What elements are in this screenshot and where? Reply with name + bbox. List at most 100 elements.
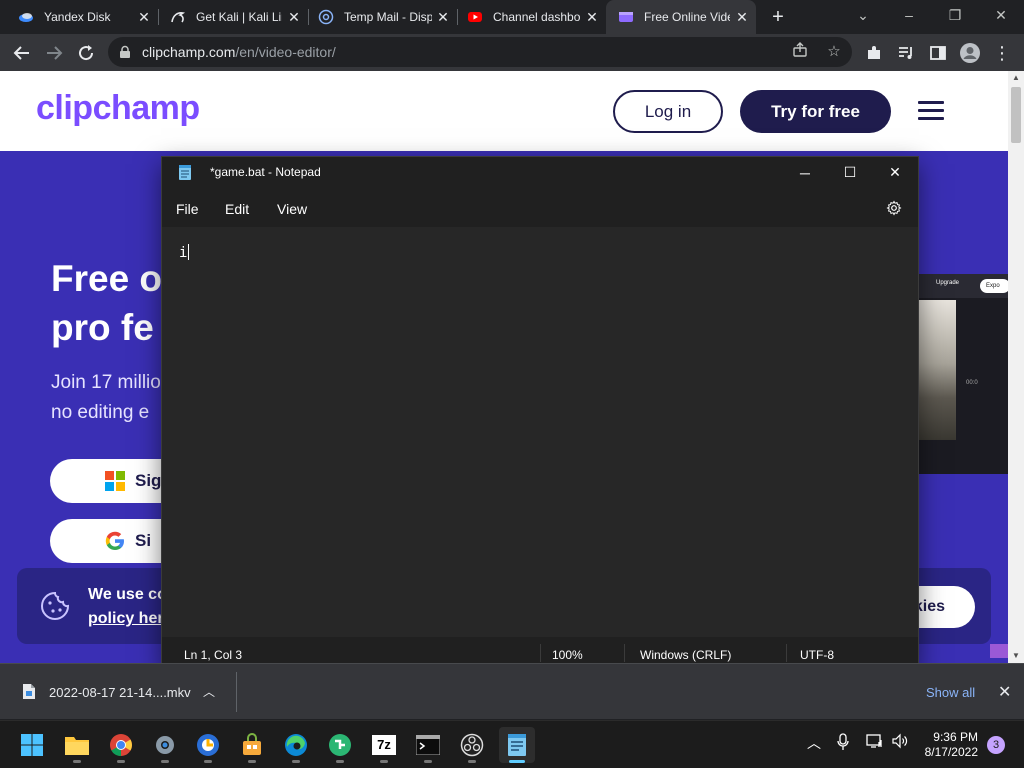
hero-subtext: Join 17 millio no editing e bbox=[51, 372, 161, 423]
brave-browser-icon[interactable] bbox=[190, 727, 226, 763]
notepad-content: i bbox=[179, 244, 190, 261]
notepad-minimize-button[interactable]: ─ bbox=[782, 157, 828, 188]
tab-close-icon[interactable]: ✕ bbox=[286, 9, 302, 25]
settings-gear-icon[interactable] bbox=[886, 200, 902, 216]
running-indicator bbox=[336, 760, 344, 763]
terminal-icon[interactable] bbox=[410, 727, 446, 763]
kali-dragon-icon bbox=[170, 9, 186, 25]
clipchamp-icon bbox=[618, 9, 634, 25]
show-hidden-icons-chevron-icon[interactable]: ︿ bbox=[807, 733, 821, 753]
tab-yandex-disk[interactable]: Yandex Disk ✕ bbox=[0, 0, 158, 34]
menu-file[interactable]: File bbox=[176, 201, 199, 217]
scroll-up-arrow-icon[interactable]: ▲ bbox=[1008, 71, 1024, 85]
tab-title: Temp Mail - Disp bbox=[344, 10, 432, 24]
active-indicator bbox=[509, 760, 525, 763]
notepad-window: *game.bat - Notepad ─ ☐ ✕ File Edit View… bbox=[161, 156, 919, 669]
edge-icon[interactable] bbox=[278, 727, 314, 763]
notepad-icon bbox=[178, 165, 192, 180]
site-header: clipchamp Log in Try for free bbox=[0, 71, 1008, 151]
close-downloads-icon[interactable]: ✕ bbox=[998, 682, 1011, 702]
running-indicator bbox=[161, 760, 169, 763]
hamburger-menu-icon[interactable] bbox=[918, 101, 944, 121]
browser-toolbar: clipchamp.com/en/video-editor/ ☆ ⋮ bbox=[0, 34, 1024, 71]
tab-close-icon[interactable]: ✕ bbox=[435, 9, 451, 25]
back-button[interactable] bbox=[10, 41, 34, 65]
running-indicator bbox=[468, 760, 476, 763]
extensions-puzzle-icon[interactable] bbox=[862, 41, 886, 65]
forward-button[interactable] bbox=[42, 41, 66, 65]
close-window-button[interactable]: ✕ bbox=[978, 0, 1024, 30]
tab-kali[interactable]: Get Kali | Kali Lin ✕ bbox=[158, 0, 308, 34]
tab-channel-dashboard[interactable]: Channel dashbo ✕ bbox=[457, 0, 606, 34]
microphone-icon[interactable] bbox=[836, 733, 850, 754]
chrome-icon[interactable] bbox=[103, 727, 139, 763]
scrollbar-thumb[interactable] bbox=[1011, 87, 1021, 143]
bookmark-star-icon[interactable]: ☆ bbox=[824, 42, 844, 62]
running-indicator bbox=[204, 760, 212, 763]
address-bar[interactable]: clipchamp.com/en/video-editor/ ☆ bbox=[108, 37, 852, 67]
status-divider bbox=[786, 644, 787, 662]
volume-icon[interactable] bbox=[891, 733, 909, 752]
obs-icon[interactable] bbox=[454, 727, 490, 763]
share-icon[interactable] bbox=[790, 42, 810, 62]
lock-icon[interactable] bbox=[118, 45, 132, 59]
login-button[interactable]: Log in bbox=[613, 90, 723, 133]
tab-clipchamp[interactable]: Free Online Vide ✕ bbox=[606, 0, 756, 34]
store-icon[interactable] bbox=[234, 727, 270, 763]
cookie-policy-link[interactable]: policy her bbox=[88, 607, 167, 631]
new-tab-button[interactable]: + bbox=[768, 7, 788, 27]
status-divider bbox=[540, 644, 541, 662]
preview-export-label: Expo bbox=[980, 279, 1008, 293]
file-explorer-icon[interactable] bbox=[59, 727, 95, 763]
tab-temp-mail[interactable]: Temp Mail - Disp ✕ bbox=[308, 0, 457, 34]
menu-view[interactable]: View bbox=[277, 201, 307, 217]
taskbar-clock[interactable]: 9:36 PM 8/17/2022 bbox=[912, 730, 978, 760]
microsoft-logo-icon bbox=[105, 471, 125, 491]
settings-icon[interactable] bbox=[147, 727, 183, 763]
ninjastar-icon[interactable] bbox=[322, 727, 358, 763]
notepad-text-area[interactable]: i bbox=[162, 227, 918, 637]
preview-timestamp: 00:0 bbox=[966, 380, 978, 386]
running-indicator bbox=[380, 760, 388, 763]
running-indicator bbox=[73, 760, 81, 763]
clock-time: 9:36 PM bbox=[933, 730, 978, 744]
notepad-close-button[interactable]: ✕ bbox=[872, 157, 918, 188]
tab-close-icon[interactable]: ✕ bbox=[734, 9, 750, 25]
running-indicator bbox=[292, 760, 300, 763]
tab-close-icon[interactable]: ✕ bbox=[136, 9, 152, 25]
preview-upgrade-label: Upgrade bbox=[936, 280, 960, 286]
tab-title: Yandex Disk bbox=[44, 10, 111, 24]
notification-badge[interactable]: 3 bbox=[987, 736, 1005, 754]
try-for-free-button[interactable]: Try for free bbox=[740, 90, 891, 133]
reload-button[interactable] bbox=[74, 41, 98, 65]
scroll-down-arrow-icon[interactable]: ▼ bbox=[1008, 649, 1024, 663]
7zip-icon[interactable]: 7z bbox=[366, 727, 402, 763]
side-panel-icon[interactable] bbox=[926, 41, 950, 65]
download-item-name[interactable]: 2022-08-17 21-14....mkv bbox=[49, 685, 191, 700]
start-icon[interactable] bbox=[14, 727, 50, 763]
clock-date: 8/17/2022 bbox=[924, 745, 978, 759]
url-text: clipchamp.com/en/video-editor/ bbox=[142, 44, 336, 60]
notepad-text: i bbox=[179, 245, 188, 261]
minimize-button[interactable]: – bbox=[886, 0, 932, 30]
page-scrollbar[interactable]: ▲ ▼ bbox=[1008, 71, 1024, 663]
clipchamp-logo[interactable]: clipchamp bbox=[36, 89, 200, 128]
status-cursor-position: Ln 1, Col 3 bbox=[184, 648, 243, 662]
browser-tab-strip: Yandex Disk ✕ Get Kali | Kali Lin ✕ Temp… bbox=[0, 0, 1024, 34]
profile-avatar-icon[interactable] bbox=[958, 41, 982, 65]
notepad-icon[interactable] bbox=[499, 727, 535, 763]
network-icon[interactable] bbox=[866, 733, 884, 752]
url-path: /en/video-editor/ bbox=[235, 44, 336, 60]
tab-close-icon[interactable]: ✕ bbox=[584, 9, 600, 25]
hero-heading: Free o pro fe bbox=[51, 258, 163, 348]
media-control-icon[interactable] bbox=[894, 41, 918, 65]
editor-preview-image: Upgrade Expo 00:0 bbox=[918, 274, 1008, 474]
menu-edit[interactable]: Edit bbox=[225, 201, 249, 217]
tab-search-icon[interactable]: ⌄ bbox=[840, 0, 886, 30]
show-all-button[interactable]: Show all bbox=[926, 685, 975, 700]
notepad-maximize-button[interactable]: ☐ bbox=[827, 157, 873, 188]
notepad-title-bar[interactable]: *game.bat - Notepad ─ ☐ ✕ bbox=[162, 157, 918, 188]
chevron-up-icon[interactable]: ︿ bbox=[203, 683, 215, 700]
restore-button[interactable]: ❐ bbox=[932, 0, 978, 30]
chrome-menu-icon[interactable]: ⋮ bbox=[990, 41, 1014, 65]
